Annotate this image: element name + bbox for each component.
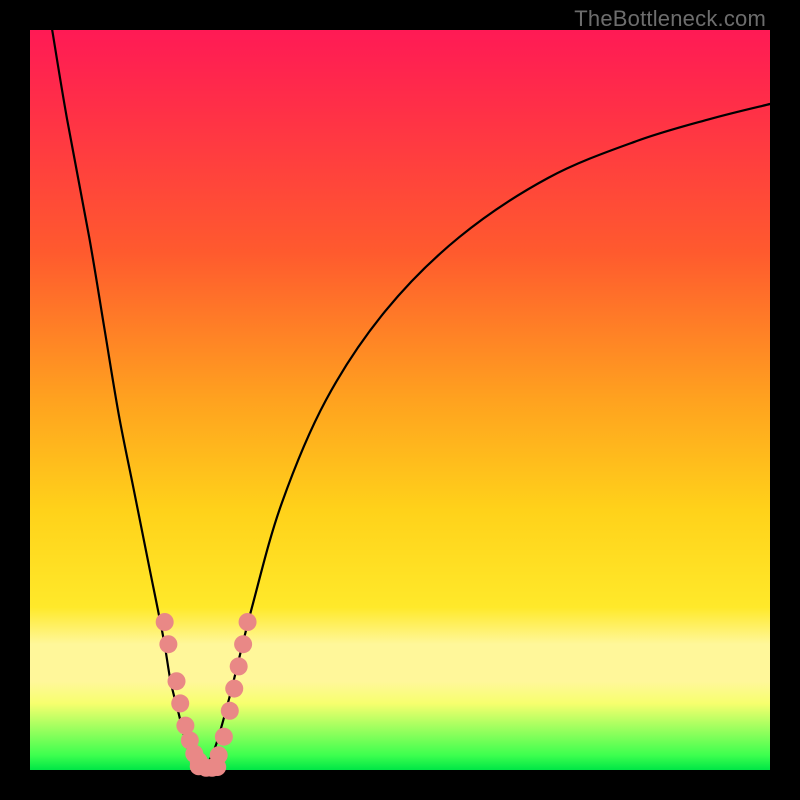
data-point (221, 702, 239, 720)
data-point (159, 635, 177, 653)
data-point (230, 657, 248, 675)
plot-area (30, 30, 770, 770)
data-point (168, 672, 186, 690)
chart-frame: TheBottleneck.com (0, 0, 800, 800)
watermark-text: TheBottleneck.com (574, 6, 766, 32)
right-curve (204, 104, 770, 770)
data-point (156, 613, 174, 631)
data-point (225, 680, 243, 698)
data-points (156, 613, 257, 777)
left-curve (52, 30, 204, 770)
data-point (171, 694, 189, 712)
data-point (210, 746, 228, 764)
data-point (234, 635, 252, 653)
data-point (215, 728, 233, 746)
data-point (239, 613, 257, 631)
curves-svg (30, 30, 770, 770)
